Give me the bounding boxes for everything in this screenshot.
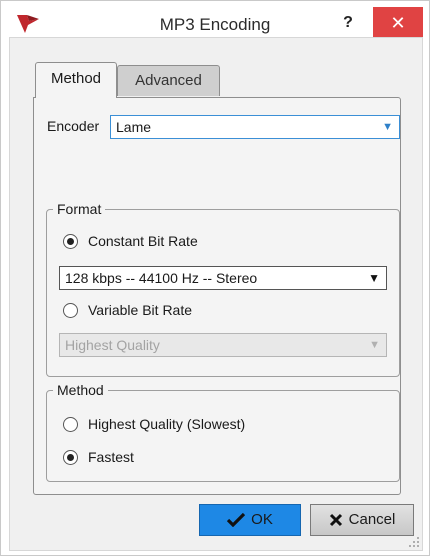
variable-bit-rate-label: Variable Bit Rate	[88, 302, 193, 318]
encoder-dropdown[interactable]: Lame ▼	[110, 115, 400, 139]
help-button[interactable]: ?	[333, 9, 363, 37]
tab-method[interactable]: Method	[35, 62, 117, 98]
constant-bit-rate-dropdown[interactable]: 128 kbps -- 44100 Hz -- Stereo ▼	[59, 266, 387, 290]
fastest-label: Fastest	[88, 449, 134, 465]
dialog-window: MP3 Encoding ? ✕ Method Advanced Encoder…	[0, 0, 430, 556]
method-tab-panel: Encoder Lame ▼ Format Constant Bit Rate …	[33, 97, 401, 495]
bitrate-value: 128 kbps -- 44100 Hz -- Stereo	[65, 270, 258, 286]
close-button[interactable]: ✕	[373, 7, 423, 39]
ok-button[interactable]: OK	[199, 504, 301, 536]
quality-value: Highest Quality	[65, 337, 160, 353]
dropdown-arrow-icon: ▼	[382, 121, 393, 133]
method-legend: Method	[53, 382, 108, 398]
ok-label: OK	[251, 511, 273, 529]
radio-unchecked-icon	[63, 303, 78, 318]
constant-bit-rate-label: Constant Bit Rate	[88, 233, 198, 249]
variable-bit-rate-dropdown: Highest Quality ▼	[59, 333, 387, 357]
tab-advanced[interactable]: Advanced	[117, 65, 220, 96]
window-title: MP3 Encoding	[159, 15, 271, 34]
method-group: Method Highest Quality (Slowest) Fastest	[46, 382, 400, 482]
radio-checked-icon	[63, 234, 78, 249]
checkmark-icon	[227, 513, 246, 528]
dropdown-arrow-icon: ▼	[369, 339, 380, 351]
encoder-value: Lame	[116, 119, 152, 135]
x-mark-icon	[329, 513, 342, 527]
format-group: Format Constant Bit Rate 128 kbps -- 441…	[46, 201, 400, 377]
cancel-button[interactable]: Cancel	[310, 504, 414, 536]
highest-quality-label: Highest Quality (Slowest)	[88, 416, 246, 432]
format-legend: Format	[53, 201, 106, 217]
cancel-label: Cancel	[348, 511, 396, 529]
dropdown-arrow-icon: ▼	[368, 271, 380, 285]
radio-unchecked-icon	[63, 417, 78, 432]
dialog-body: Method Advanced Encoder Lame ▼ Format Co…	[9, 37, 423, 551]
encoder-label: Encoder	[47, 118, 100, 134]
resize-grip-icon[interactable]	[408, 536, 420, 548]
radio-checked-icon	[63, 450, 78, 465]
